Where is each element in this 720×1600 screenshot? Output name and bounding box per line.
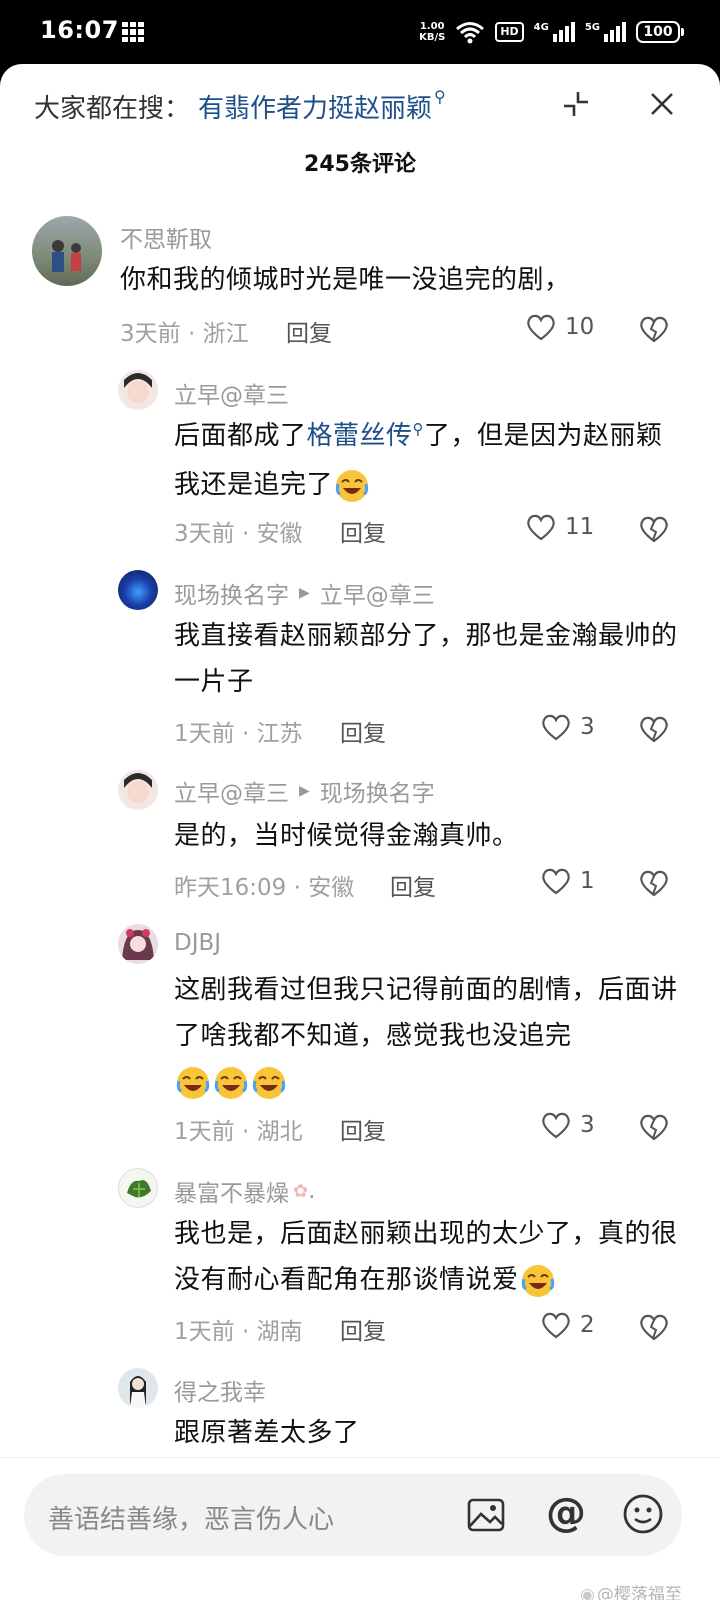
heart-icon [542,1312,570,1339]
comment-text: 跟原著差太多了 [174,1418,360,1448]
comment-text: 你和我的倾城时光是唯一没追完的剧， [120,265,571,295]
comment-count: 245条评论 [304,152,416,177]
like-count: 3 [580,714,595,740]
dislike-icon[interactable] [638,314,670,344]
comment-text: 后面都成了格蕾丝传⚲了，但是因为赵丽颖我还是追完了 [174,413,674,508]
hot-search-bar[interactable]: 大家都在搜： 有翡作者力挺赵丽颖 ⚲ [34,84,446,128]
heart-icon [527,314,555,341]
reply-button[interactable]: 回复 [340,514,386,548]
mention-icon[interactable]: @ [544,1490,588,1536]
comment-input[interactable]: 善语结善缘，恶言伤人心 @ [24,1474,682,1556]
avatar[interactable] [118,570,158,610]
like-button[interactable]: 3 [540,1110,595,1140]
reply-button[interactable]: 回复 [340,1312,386,1346]
comment-input-bar: 善语结善缘，恶言伤人心 @ ◉ @樱落福至 [0,1457,720,1600]
hot-search-keyword[interactable]: 有翡作者力挺赵丽颖 [198,88,432,125]
username[interactable]: DJBJ [174,930,221,956]
like-count: 11 [565,514,595,540]
comment-text: 我也是，后面赵丽颖出现的太少了，真的很没有耐心看配角在那谈情说爱 [174,1211,679,1303]
dislike-icon[interactable] [638,1112,670,1142]
crying-laughing-emoji [214,1066,248,1099]
avatar[interactable] [118,1368,158,1408]
dislike-icon[interactable] [638,714,670,744]
comment-sheet: 大家都在搜： 有翡作者力挺赵丽颖 ⚲ 245条评论 不思靳取 你和我的倾城时光是… [0,64,720,1600]
crying-laughing-emoji [521,1264,554,1297]
comment-meta: 1天前 · 江苏 [174,721,303,747]
avatar[interactable] [118,770,158,810]
dislike-icon[interactable] [638,1312,670,1342]
like-count: 10 [565,314,595,340]
reply-button[interactable]: 回复 [340,714,386,748]
username[interactable]: 立早@章三 [174,376,289,410]
avatar[interactable] [118,370,158,410]
like-count: 1 [580,868,595,894]
like-count: 2 [580,1312,595,1338]
search-icon: ⚲ [412,420,425,438]
crying-laughing-emoji [176,1066,210,1099]
comment-meta: 1天前 · 湖北 [174,1119,303,1145]
signal-icon-2: 5G [585,22,626,42]
like-count: 3 [580,1112,595,1138]
dislike-icon[interactable] [638,514,670,544]
signal-icon: 4G [534,22,575,42]
hd-badge: HD [495,22,524,42]
avatar[interactable] [32,216,102,286]
reply-button[interactable]: 回复 [390,868,436,902]
like-button[interactable]: 3 [540,712,595,742]
reply-button[interactable]: 回复 [340,1112,386,1146]
emoji-icon[interactable] [622,1493,664,1535]
username[interactable]: 立早@章三 ▶ 现场换名字 [174,774,435,808]
username[interactable]: 得之我幸 [174,1373,266,1407]
avatar[interactable] [118,924,158,964]
like-button[interactable]: 10 [525,312,594,342]
wifi-icon [456,22,485,44]
status-bar: 16:07 1.00 KB/S HD 4G 5G 100 [0,0,720,64]
crying-laughing-emoji [335,469,369,502]
reply-button[interactable]: 回复 [286,314,332,348]
weibo-logo-icon: ◉ [580,1585,595,1600]
reply-arrow-icon: ▶ [299,585,310,601]
image-icon[interactable] [466,1495,506,1535]
like-button[interactable]: 1 [540,866,595,896]
heart-icon [542,1112,570,1139]
close-icon[interactable] [648,90,676,118]
status-time: 16:07 [40,16,119,44]
keyword-link[interactable]: 格蕾丝传 [307,421,413,451]
search-icon: ⚲ [434,86,446,106]
comment-text: 我直接看赵丽颖部分了，那也是金瀚最帅的一片子 [174,621,678,697]
grid-icon [122,22,144,42]
comment-meta: 昨天16:09 · 安徽 [174,875,355,901]
comment-text: 是的，当时候觉得金瀚真帅。 [174,821,519,851]
username[interactable]: 暴富不暴燥 ✿. [174,1174,315,1208]
comment-meta: 1天前 · 湖南 [174,1319,303,1345]
reply-target: 现场换名字 [319,781,435,807]
username[interactable]: 现场换名字 ▶ 立早@章三 [174,576,435,610]
heart-icon [542,868,570,895]
network-speed: 1.00 KB/S [419,21,446,43]
username[interactable]: 不思靳取 [120,220,212,254]
reply-target: 立早@章三 [319,583,435,609]
like-button[interactable]: 2 [540,1310,595,1340]
dislike-icon[interactable] [638,868,670,898]
comment-meta: 3天前 · 浙江 [120,321,249,347]
comment-meta: 3天前 · 安徽 [174,521,303,547]
watermark: ◉ @樱落福至 [580,1580,682,1600]
reply-arrow-icon: ▶ [299,783,310,799]
avatar[interactable] [118,1168,158,1208]
flower-badge-icon: ✿ [293,1180,309,1202]
battery-icon: 100 [636,21,684,43]
heart-icon [527,514,555,541]
comment-text: 这剧我看过但我只记得前面的剧情，后面讲了啥我都不知道，感觉我也没追完 [174,967,679,1105]
collapse-icon[interactable] [560,88,592,120]
like-button[interactable]: 11 [525,512,594,542]
heart-icon [542,714,570,741]
comment-input-placeholder: 善语结善缘，恶言伤人心 [48,1505,335,1535]
hot-search-label: 大家都在搜： [34,93,191,124]
crying-laughing-emoji [252,1066,286,1099]
